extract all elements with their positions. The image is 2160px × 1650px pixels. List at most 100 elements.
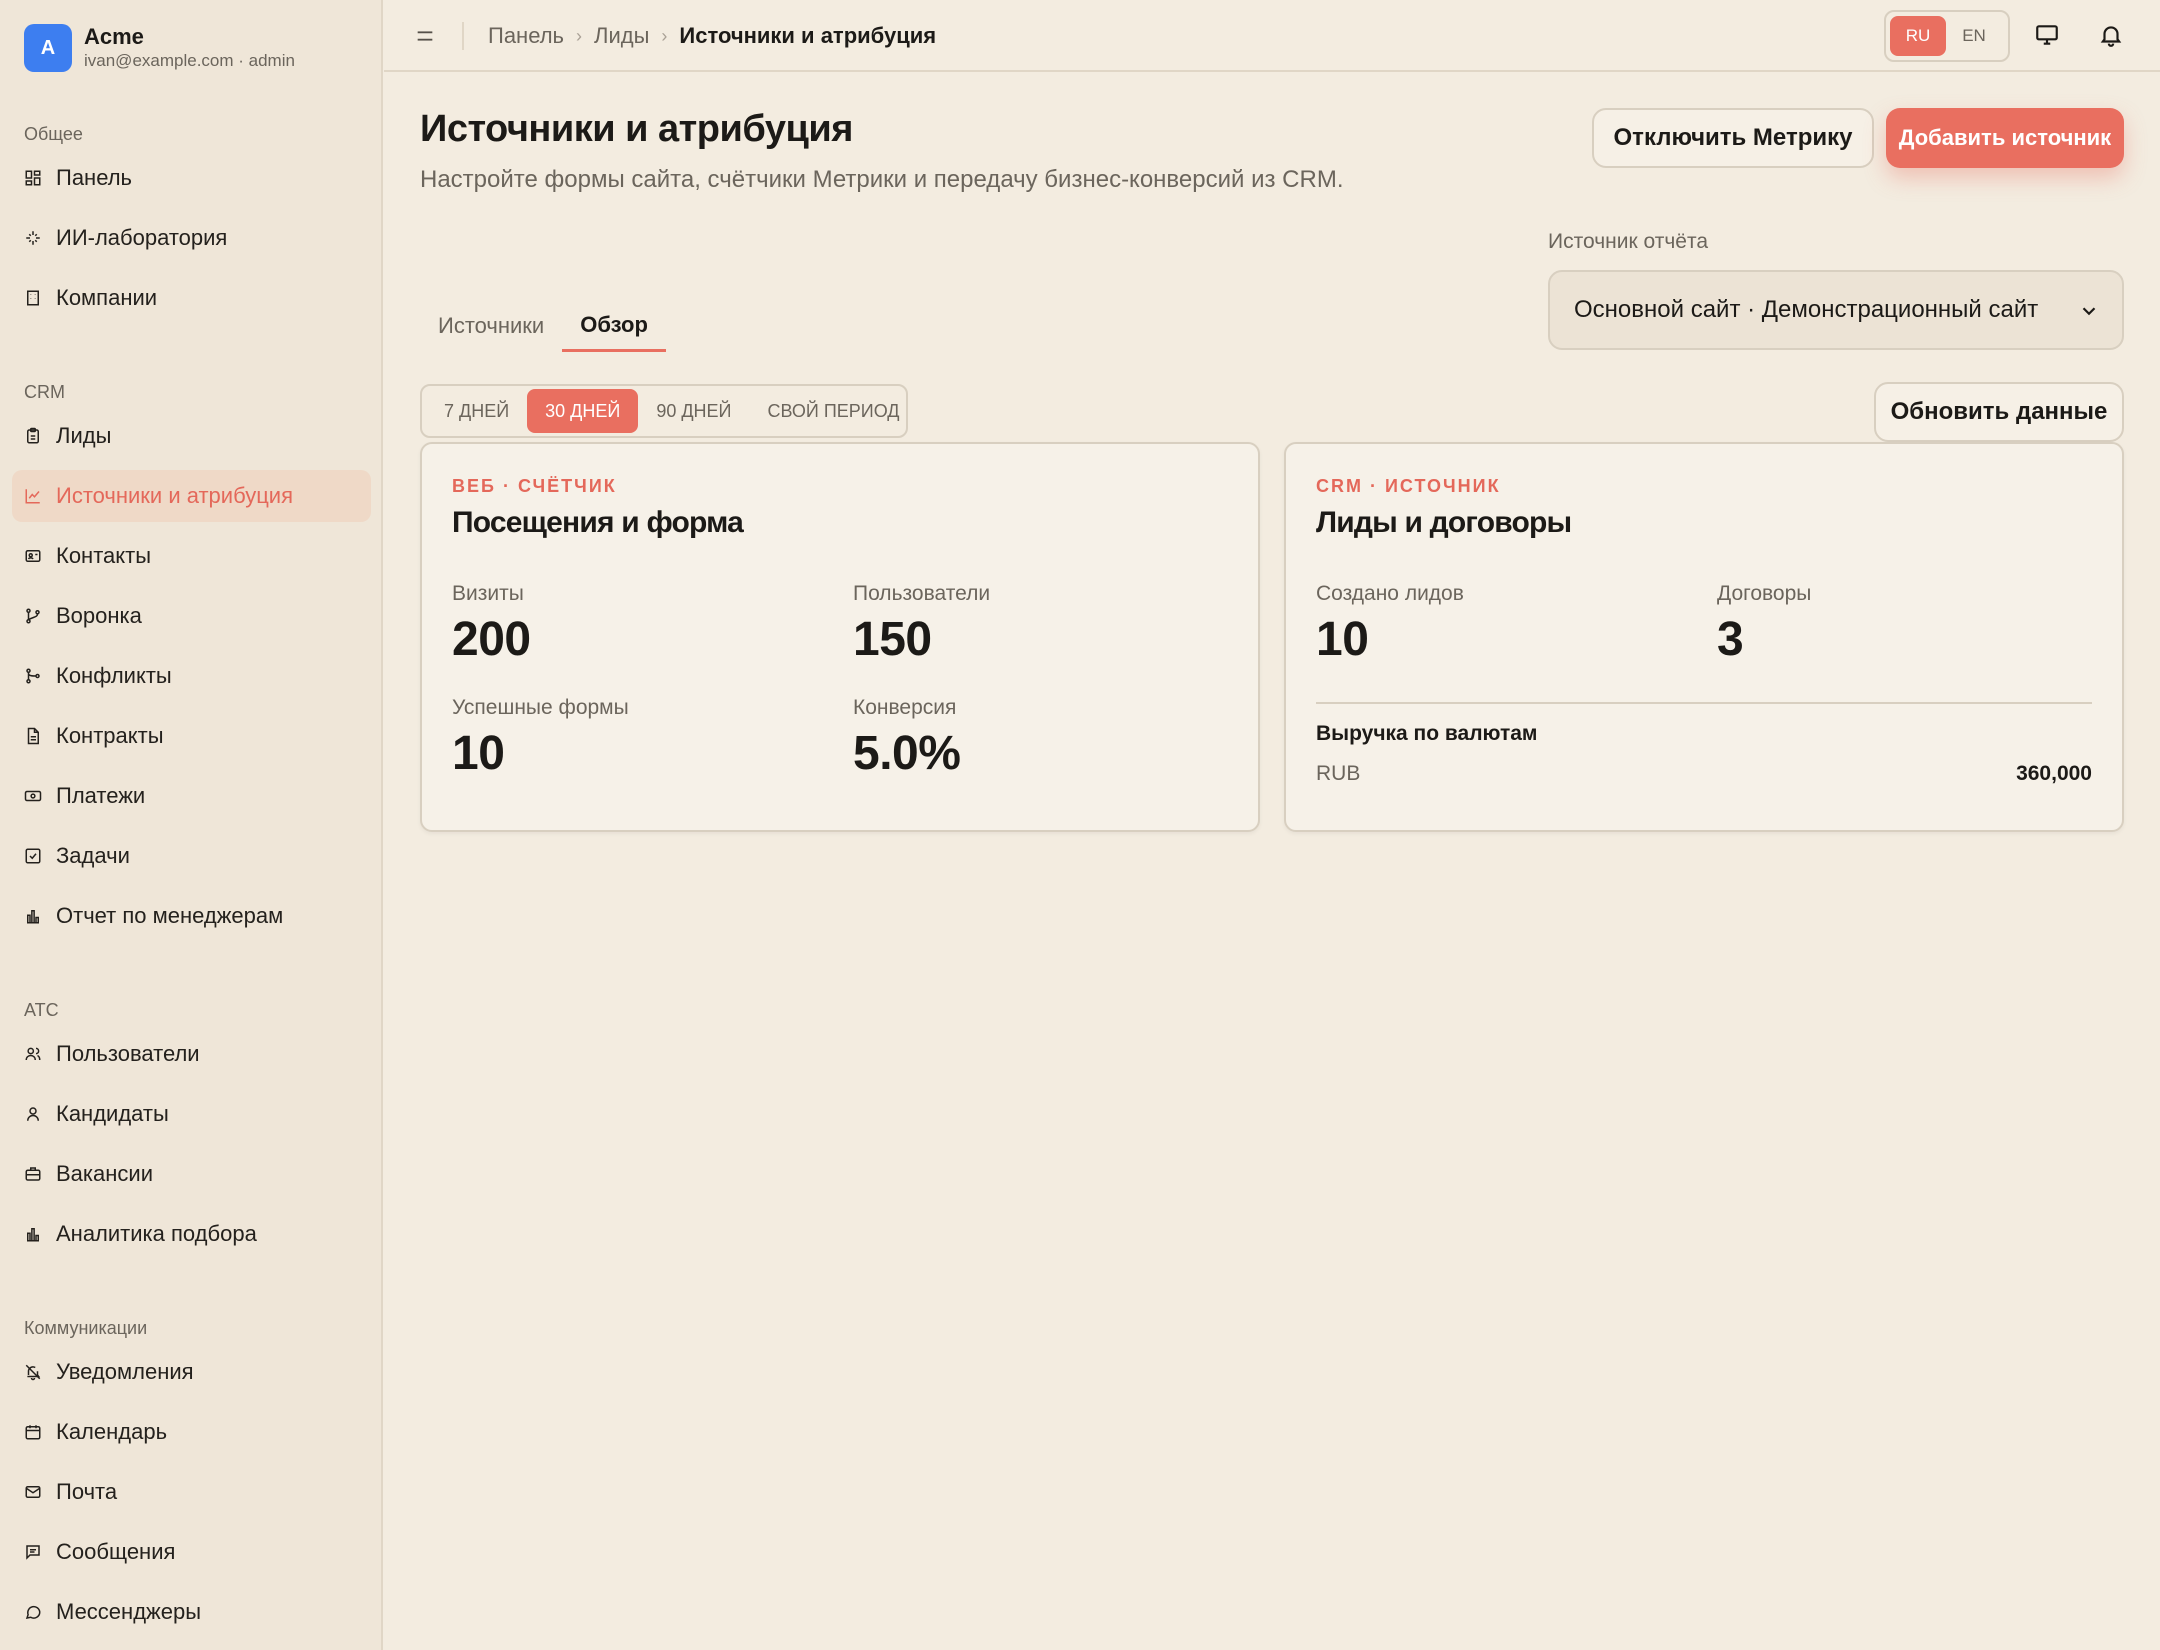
sidebar-item-label: Источники и атрибуция (56, 483, 293, 508)
disable-metrica-button[interactable]: Отключить Метрику (1592, 108, 1874, 168)
briefcase-icon (24, 1165, 42, 1183)
sidebar-section-heading: Коммуникации (24, 1318, 148, 1338)
sidebar-item-label: Пользователи (56, 1041, 200, 1066)
sidebar-item[interactable]: Компании (12, 272, 371, 324)
sidebar-item[interactable]: Уведомления (12, 1346, 371, 1398)
building-icon (24, 289, 42, 307)
refresh-data-button[interactable]: Обновить данные (1874, 382, 2124, 442)
sidebar-item-label: Отчет по менеджерам (56, 903, 284, 928)
chevron-down-icon (2078, 300, 2102, 324)
sidebar-item[interactable]: Источники и атрибуция (12, 470, 371, 522)
topbar-divider (462, 22, 464, 50)
sidebar-section: ATC Пользователи Кандидаты Вакансии Аналитик… (0, 996, 383, 1268)
sidebar-item[interactable]: Лиды (12, 410, 371, 462)
metric-leads-created: Создано лидов 10 (1316, 582, 1464, 667)
breadcrumb-item-dashboard[interactable]: Панель (488, 23, 564, 49)
report-source-label: Источник отчёта (1548, 230, 1709, 253)
mail-icon (24, 1483, 42, 1501)
sidebar-item[interactable]: Аналитика подбора (12, 1208, 371, 1260)
add-source-button[interactable]: Добавить источник (1886, 108, 2124, 168)
sidebar-item[interactable]: ИИ-лаборатория (12, 212, 371, 264)
tab-sources[interactable]: Источники (420, 300, 562, 352)
card-title: Посещения и форма (452, 506, 744, 539)
message-circle-icon (24, 1603, 42, 1621)
message-square-icon (24, 1543, 42, 1561)
sidebar-toggle-icon[interactable] (414, 25, 436, 47)
clipboard-icon (24, 427, 42, 445)
period-30-days-button[interactable]: 30 ДНЕЙ (527, 389, 639, 433)
calendar-icon (24, 1423, 42, 1441)
git-merge-icon (24, 667, 42, 685)
checkbox-icon (24, 847, 42, 865)
sidebar-item[interactable]: Панель (12, 152, 371, 204)
bar-chart-icon (24, 1225, 42, 1243)
sidebar-item[interactable]: Кандидаты (12, 1088, 371, 1140)
sidebar-item[interactable]: Задачи (12, 830, 371, 882)
brand-avatar: A (24, 24, 72, 72)
sidebar-item-label: ИИ-лаборатория (56, 225, 228, 250)
period-7-days-button[interactable]: 7 ДНЕЙ (426, 389, 527, 433)
sidebar: A Acme ivan@example.com · admin Общее Пан… (0, 0, 383, 1650)
sidebar-item[interactable]: Мессенджеры (12, 1586, 371, 1638)
sidebar-item-label: Платежи (56, 783, 146, 808)
metric-conversion: Конверсия 5.0% (853, 696, 961, 781)
report-source-select[interactable]: Основной сайт · Демонстрационный сайт (1548, 270, 2124, 350)
sidebar-item[interactable]: Платежи (12, 770, 371, 822)
sidebar-section: Коммуникации Уведомления Календарь Почта Соо… (0, 1314, 383, 1646)
sidebar-item[interactable]: Сообщения (12, 1526, 371, 1578)
sidebar-item[interactable]: Почта (12, 1466, 371, 1518)
banknote-icon (24, 787, 42, 805)
bar-chart-icon (24, 907, 42, 925)
web-counter-card: ВЕБ · СЧЁТЧИК Посещения и форма Визиты 2… (420, 442, 1260, 832)
metric-value: 10 (452, 727, 505, 780)
revenue-row: RUB 360,000 (1316, 762, 2092, 786)
metric-label: Визиты (452, 582, 524, 605)
lang-ru-button[interactable]: RU (1890, 16, 1946, 56)
metric-label: Успешные формы (452, 696, 629, 719)
file-text-icon (24, 727, 42, 745)
metric-value: 200 (452, 613, 531, 666)
sidebar-section: CRM Лиды Источники и атрибуция Контакты Воро… (0, 378, 383, 950)
tab-overview[interactable]: Обзор (562, 300, 666, 352)
sidebar-item-label: Панель (56, 165, 133, 190)
metric-label: Договоры (1717, 582, 1812, 605)
sidebar-item[interactable]: Пользователи (12, 1028, 371, 1080)
user-icon (24, 1105, 42, 1123)
monitor-icon[interactable] (2034, 22, 2062, 50)
sidebar-item[interactable]: Календарь (12, 1406, 371, 1458)
sidebar-section-heading: CRM (24, 382, 65, 402)
metric-value: 10 (1316, 613, 1369, 666)
sidebar-item-label: Контакты (56, 543, 152, 568)
sidebar-item[interactable]: Вакансии (12, 1148, 371, 1200)
bell-off-icon (24, 1363, 42, 1381)
sidebar-item-label: Почта (56, 1479, 118, 1504)
sidebar-item-label: Уведомления (56, 1359, 194, 1384)
metric-value: 5.0% (853, 727, 961, 780)
sidebar-item[interactable]: Воронка (12, 590, 371, 642)
dashboard-icon (24, 169, 42, 187)
sparkle-icon (24, 229, 42, 247)
breadcrumb-separator-icon: › (661, 25, 668, 46)
revenue-title: Выручка по валютам (1316, 722, 1538, 745)
tabs: Источники Обзор (420, 300, 666, 352)
sidebar-item[interactable]: Контракты (12, 710, 371, 762)
sidebar-item-label: Сообщения (56, 1539, 176, 1564)
language-switch: RU EN (1884, 10, 2010, 62)
page-description: Настройте формы сайта, счётчики Метрики … (420, 166, 1344, 193)
sidebar-section-heading: Общее (24, 124, 83, 144)
metric-value: 3 (1717, 613, 1744, 666)
period-90-days-button[interactable]: 90 ДНЕЙ (638, 389, 749, 433)
chart-line-icon (24, 487, 42, 505)
sidebar-item[interactable]: Контакты (12, 530, 371, 582)
sidebar-item-label: Вакансии (56, 1161, 153, 1186)
period-custom-button[interactable]: СВОЙ ПЕРИОД (749, 389, 917, 433)
sidebar-item[interactable]: Конфликты (12, 650, 371, 702)
period-selector: 7 ДНЕЙ 30 ДНЕЙ 90 ДНЕЙ СВОЙ ПЕРИОД (420, 384, 908, 438)
brand[interactable]: A Acme ivan@example.com · admin (24, 24, 295, 72)
git-branch-icon (24, 607, 42, 625)
sidebar-item[interactable]: Отчет по менеджерам (12, 890, 371, 942)
lang-en-button[interactable]: EN (1946, 16, 2002, 56)
sidebar-item-label: Кандидаты (56, 1101, 169, 1126)
bell-icon[interactable] (2098, 22, 2126, 50)
breadcrumb-item-leads[interactable]: Лиды (594, 23, 649, 49)
